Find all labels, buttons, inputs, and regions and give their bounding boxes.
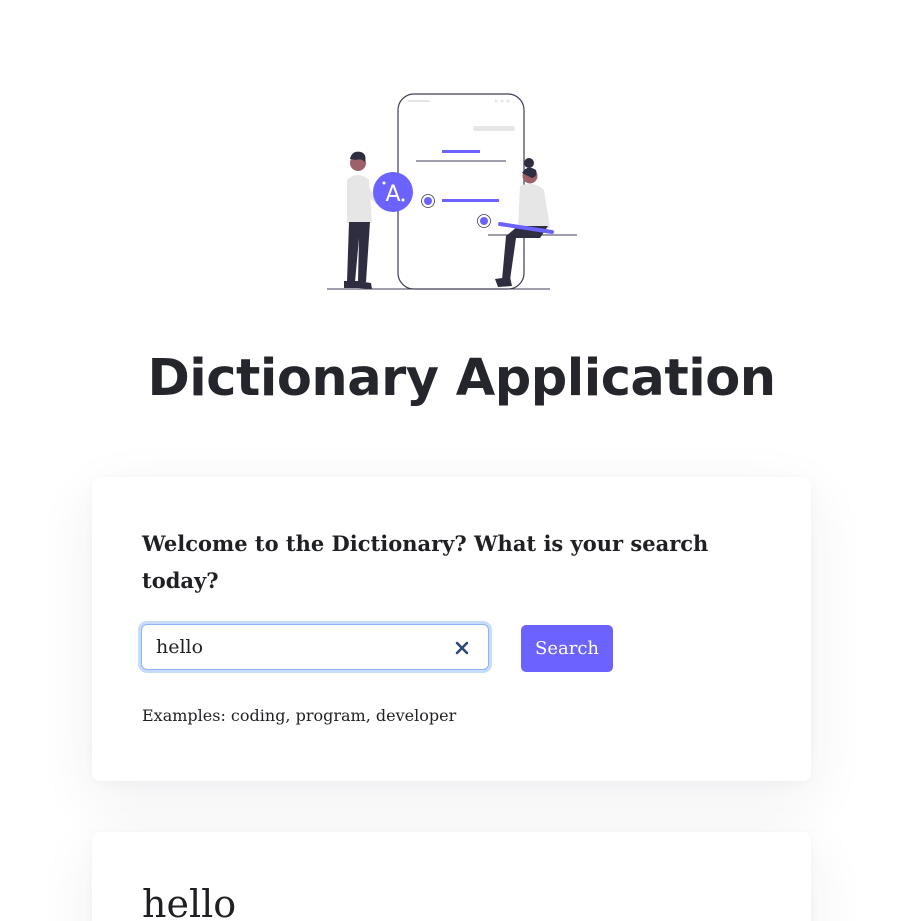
hero-illustration: A [327, 93, 577, 290]
search-card: Welcome to the Dictionary? What is your … [92, 477, 811, 781]
badge-letter: A [385, 182, 400, 207]
result-word: hello [142, 882, 237, 921]
search-field[interactable] [141, 624, 489, 670]
search-button[interactable]: Search [521, 625, 613, 672]
page-title: Dictionary Application [147, 349, 776, 408]
examples-text: Examples: coding, program, developer [142, 706, 457, 725]
welcome-heading: Welcome to the Dictionary? What is your … [142, 531, 709, 593]
result-card: hello [92, 832, 811, 921]
search-input[interactable] [156, 625, 436, 669]
close-icon[interactable] [454, 640, 470, 656]
